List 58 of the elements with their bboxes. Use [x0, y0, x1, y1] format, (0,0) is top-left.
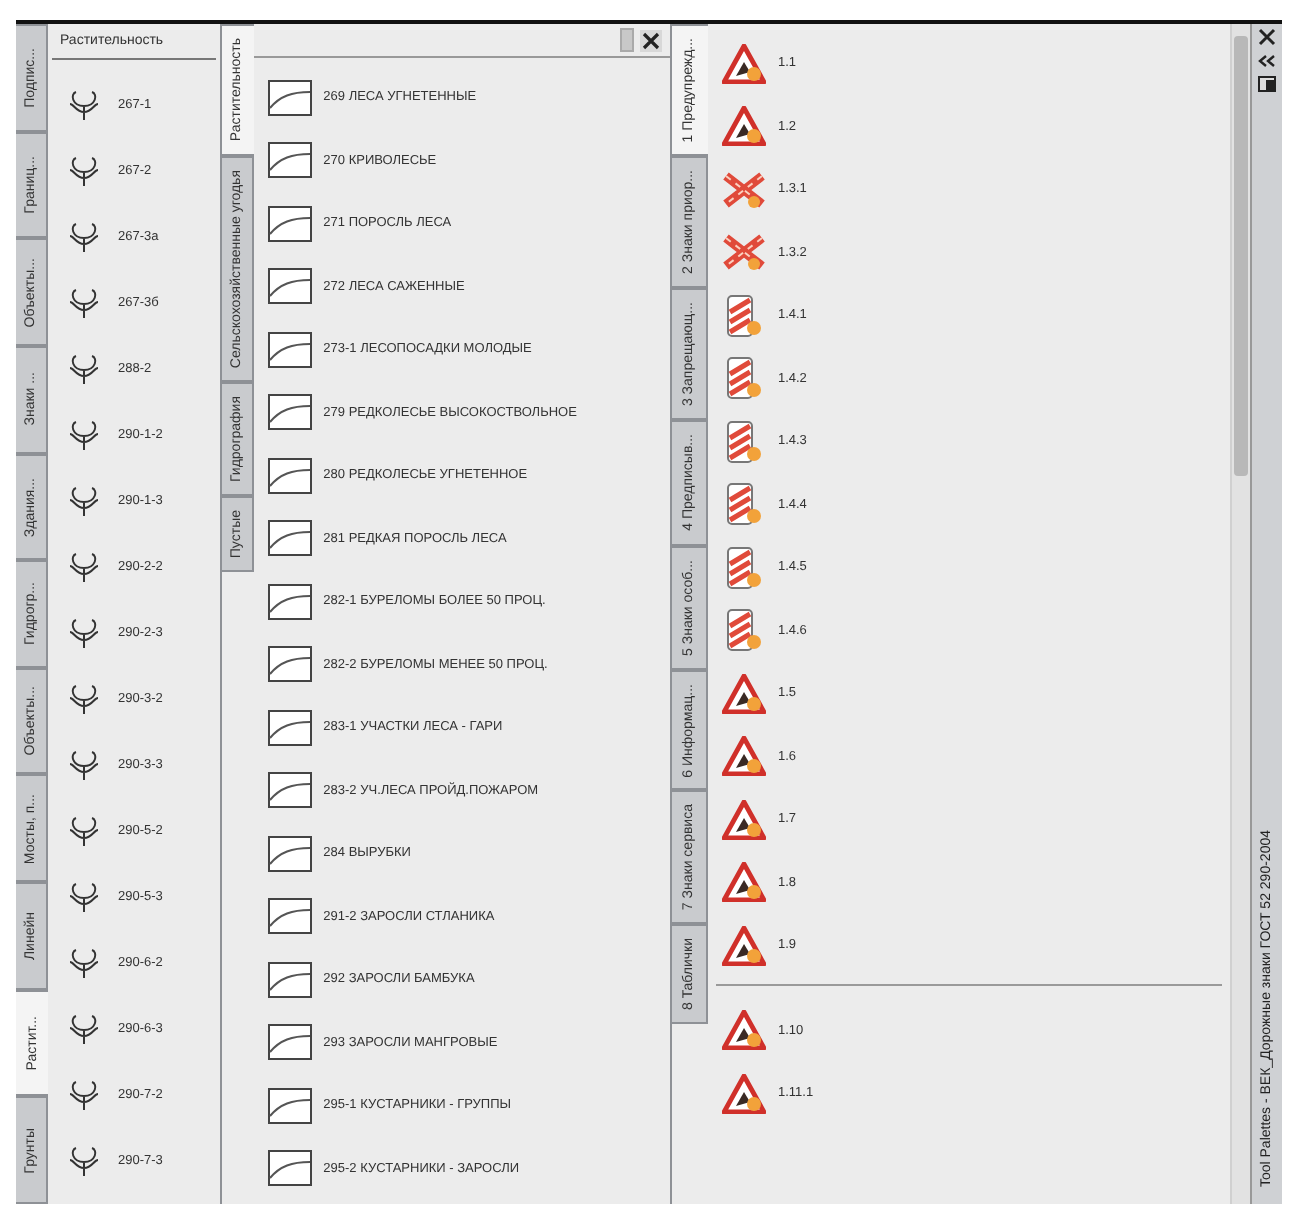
- warning-sign-icon: [721, 1073, 766, 1114]
- stripe-sign-icon: [725, 293, 762, 338]
- map-symbol-icon: [267, 1087, 312, 1124]
- plant-icon: [66, 815, 102, 847]
- warning-sign-icon: [721, 736, 766, 777]
- cross-sign-icon: [721, 232, 766, 273]
- plant-icon: [66, 1145, 102, 1177]
- cross-sign-icon: [721, 169, 766, 210]
- map-symbol-icon: [267, 331, 312, 368]
- map-symbol-icon: [267, 583, 312, 620]
- map-symbol-icon: [267, 268, 312, 305]
- stripe-sign-icon: [725, 608, 762, 653]
- stripe-sign-icon: [725, 482, 762, 527]
- stripe-sign-icon: [725, 419, 762, 464]
- plant-icon: [66, 221, 102, 253]
- plant-icon: [66, 287, 102, 319]
- warning-sign-icon: [721, 925, 766, 966]
- stripe-sign-icon: [725, 356, 762, 401]
- properties-icon[interactable]: [1258, 76, 1276, 92]
- warning-sign-icon: [721, 862, 766, 903]
- stripe-sign-icon: [725, 545, 762, 590]
- map-symbol-icon: [267, 394, 312, 431]
- map-symbol-icon: [267, 1024, 312, 1061]
- plant-icon: [66, 551, 102, 583]
- map-symbol-icon: [267, 646, 312, 683]
- map-symbol-icon: [267, 520, 312, 557]
- map-symbol-icon: [267, 79, 312, 116]
- plant-icon: [66, 419, 102, 451]
- plant-icon: [66, 1013, 102, 1045]
- close-button[interactable]: [1258, 28, 1276, 46]
- plant-icon: [66, 353, 102, 385]
- plant-icon: [66, 617, 102, 649]
- plant-icon: [66, 1079, 102, 1111]
- map-symbol-icon: [267, 205, 312, 242]
- map-symbol-icon: [267, 898, 312, 935]
- plant-icon: [66, 485, 102, 517]
- map-symbol-icon: [267, 961, 312, 998]
- map-symbol-icon: [267, 142, 312, 179]
- plant-icon: [66, 155, 102, 187]
- plant-icon: [66, 947, 102, 979]
- map-symbol-icon: [267, 772, 312, 809]
- scroll-thumb[interactable]: [619, 28, 634, 52]
- plant-icon: [66, 881, 102, 913]
- close-button[interactable]: [639, 29, 662, 51]
- scroll-bar[interactable]: [1230, 24, 1250, 1204]
- plant-icon: [66, 749, 102, 781]
- warning-sign-icon: [721, 1010, 766, 1051]
- warning-sign-icon: [721, 106, 766, 147]
- map-symbol-icon: [267, 835, 312, 872]
- plant-icon: [66, 89, 102, 121]
- plant-icon: [66, 683, 102, 715]
- auto-hide-icon[interactable]: [1258, 54, 1276, 68]
- warning-sign-icon: [721, 43, 766, 84]
- map-symbol-icon: [267, 457, 312, 494]
- warning-sign-icon: [721, 673, 766, 714]
- map-symbol-icon: [267, 1150, 312, 1187]
- warning-sign-icon: [721, 799, 766, 840]
- map-symbol-icon: [267, 709, 312, 746]
